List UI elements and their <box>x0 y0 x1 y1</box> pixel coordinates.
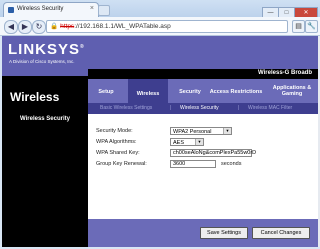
new-tab-button[interactable] <box>98 5 110 16</box>
cancel-changes-button[interactable]: Cancel Changes <box>252 227 310 239</box>
subnav-wireless-security[interactable]: Wireless Security <box>180 105 219 111</box>
action-bar: Save Settings Cancel Changes <box>88 219 318 247</box>
nav-access-restrictions[interactable]: Access Restrictions <box>206 85 266 99</box>
lock-icon: 🔒 <box>50 23 59 30</box>
subnav-basic-wireless[interactable]: Basic Wireless Settings <box>100 105 152 111</box>
url-text: ://192.168.1.1/WL_WPATable.asp <box>74 23 171 30</box>
router-page: LINKSYS® A Division of Cisco Systems, In… <box>2 36 318 247</box>
brand-tagline: A Division of Cisco Systems, Inc. <box>9 59 75 64</box>
linksys-logo: LINKSYS® <box>8 41 85 58</box>
sub-nav: Basic Wireless Settings | Wireless Secur… <box>88 103 318 114</box>
wpa-shared-key-input[interactable]: ch00seAloNg&comPlexPa55w0rD <box>170 149 256 157</box>
product-name: Wireless-G Broadb <box>258 70 312 76</box>
nav-applications-gaming[interactable]: Applications & Gaming <box>268 85 316 99</box>
browser-window: Wireless Security × — □ ✕ ◀ ▶ ↻ 🔒 https://1… <box>0 0 320 249</box>
favicon-icon <box>8 7 14 13</box>
forward-button[interactable]: ▶ <box>18 20 32 34</box>
page-menu-icon[interactable]: ▤ <box>292 20 305 33</box>
left-panel <box>2 114 88 247</box>
section-title: Wireless <box>10 90 60 104</box>
chevron-down-icon: ▼ <box>195 139 203 145</box>
nav-setup[interactable]: Setup <box>88 85 124 99</box>
wpa-algorithms-select[interactable]: AES ▼ <box>170 138 204 146</box>
reload-button[interactable]: ↻ <box>32 20 46 34</box>
security-mode-label: Security Mode: <box>96 128 133 134</box>
group-key-renewal-input[interactable]: 3600 <box>170 160 216 168</box>
nav-wireless[interactable]: Wireless <box>128 79 168 103</box>
subnav-separator: | <box>238 105 240 111</box>
main-nav: Setup Wireless Security Access Restricti… <box>88 79 318 103</box>
wpa-shared-key-label: WPA Shared Key: <box>96 150 140 156</box>
nav-security[interactable]: Security <box>174 85 206 99</box>
tools-menu-icon[interactable]: 🔧 <box>305 20 318 33</box>
save-settings-button[interactable]: Save Settings <box>200 227 248 239</box>
wpa-algorithms-label: WPA Algorithms: <box>96 139 137 145</box>
tab-title: Wireless Security <box>17 6 64 12</box>
browser-tab[interactable]: Wireless Security × <box>3 2 99 18</box>
subnav-mac-filter[interactable]: Wireless MAC Filter <box>248 105 292 111</box>
security-mode-select[interactable]: WPA2 Personal ▼ <box>170 127 232 135</box>
tab-strip: Wireless Security × — □ ✕ <box>0 0 320 19</box>
group-key-renewal-unit: seconds <box>221 161 242 167</box>
group-key-renewal-label: Group Key Renewal: <box>96 161 147 167</box>
section-header: Wireless <box>2 76 88 114</box>
left-panel-title: Wireless Security <box>2 114 88 125</box>
address-bar[interactable]: 🔒 https://192.168.1.1/WL_WPATable.asp <box>46 20 288 33</box>
url-scheme: https <box>60 23 75 30</box>
browser-toolbar: ◀ ▶ ↻ 🔒 https://192.168.1.1/WL_WPATable.a… <box>0 17 320 36</box>
tab-close-icon[interactable]: × <box>90 5 94 12</box>
chevron-down-icon: ▼ <box>223 128 231 134</box>
window-controls: — □ ✕ <box>262 1 318 19</box>
product-bar: Wireless-G Broadb <box>88 69 318 79</box>
subnav-separator: | <box>170 105 172 111</box>
back-button[interactable]: ◀ <box>4 20 18 34</box>
